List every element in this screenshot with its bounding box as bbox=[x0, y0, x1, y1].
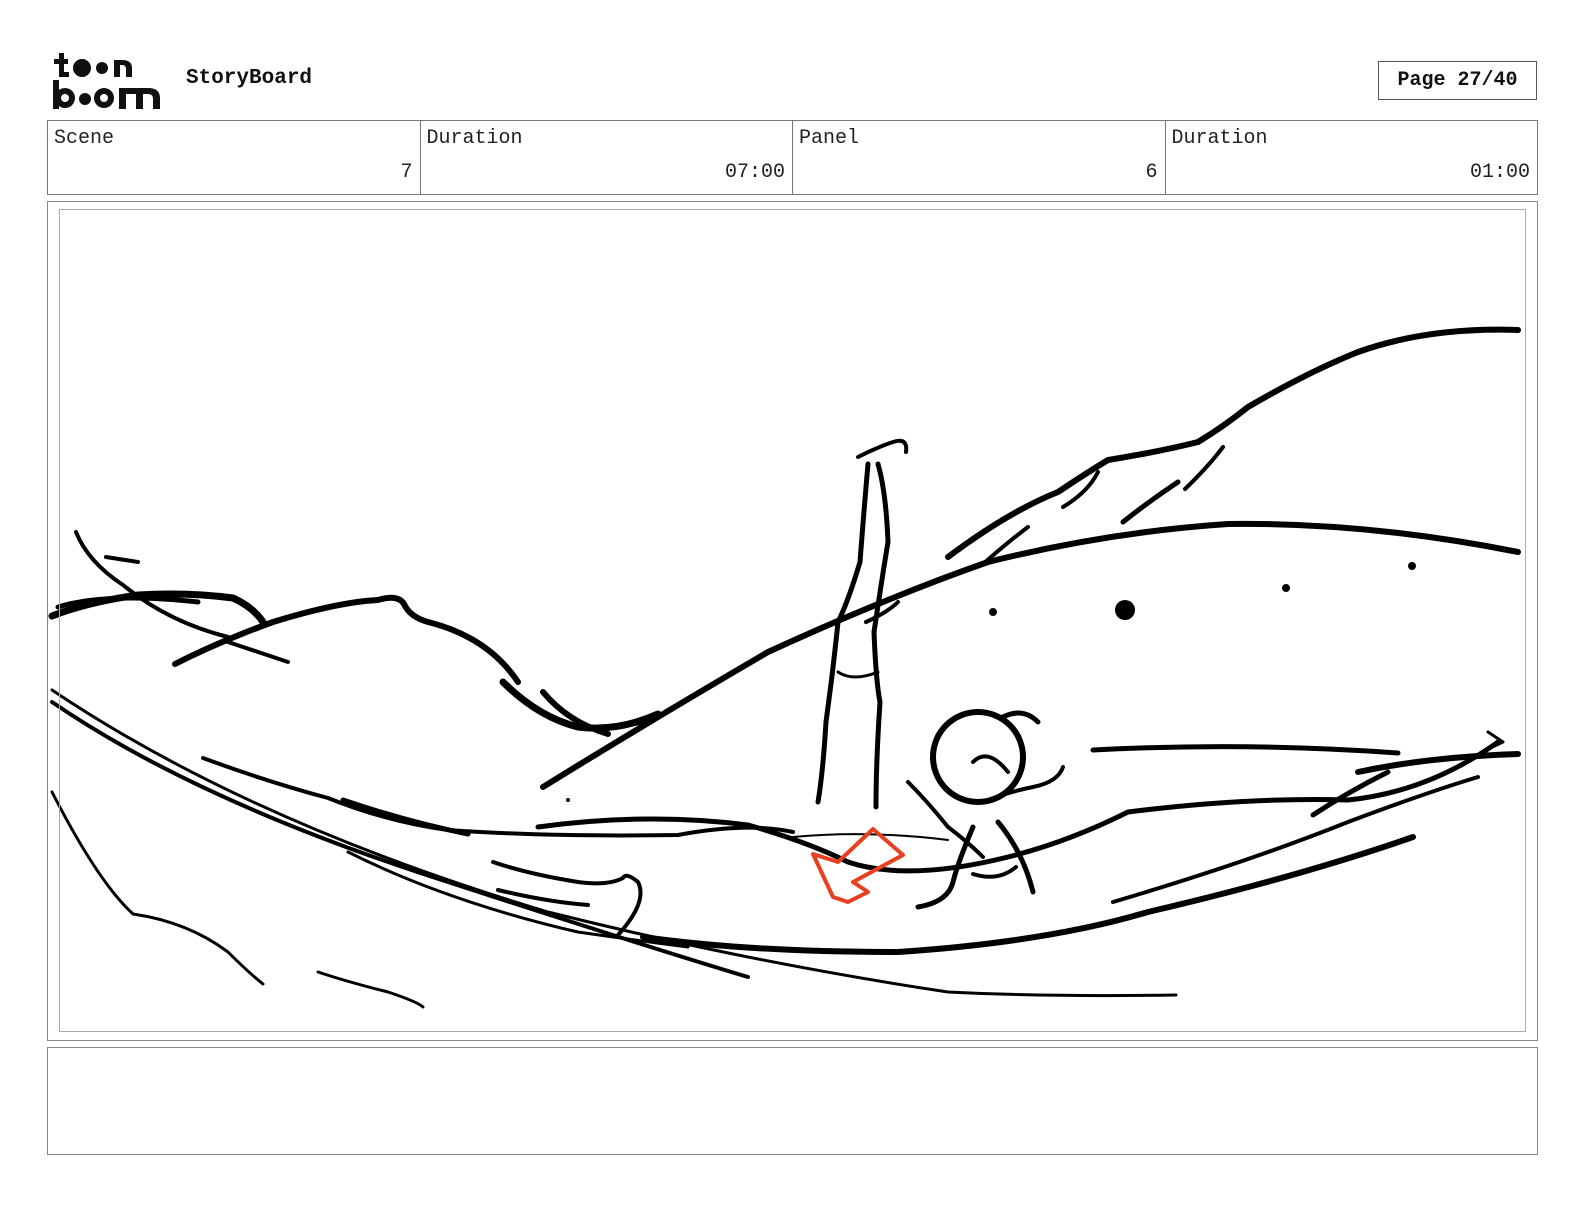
scene-value: 7 bbox=[400, 161, 413, 184]
scene-duration-value: 07:00 bbox=[724, 161, 785, 184]
panel-notes[interactable] bbox=[47, 1047, 1538, 1155]
panel-safe-area bbox=[59, 209, 1526, 1032]
panel-info-bar: Scene 7 Duration 07:00 Panel 6 Duration … bbox=[47, 120, 1538, 195]
panel-cell: Panel 6 bbox=[793, 121, 1166, 194]
panel-duration-label: Duration bbox=[1171, 127, 1268, 150]
panel-duration-cell: Duration 01:00 bbox=[1166, 121, 1538, 194]
panel-frame bbox=[47, 201, 1538, 1041]
scene-duration-cell: Duration 07:00 bbox=[421, 121, 793, 194]
page-indicator: Page 27/40 bbox=[1378, 61, 1537, 100]
panel-label: Panel bbox=[799, 127, 860, 150]
scene-duration-label: Duration bbox=[426, 127, 523, 150]
scene-label: Scene bbox=[54, 127, 115, 150]
app-title: StoryBoard bbox=[186, 67, 313, 90]
scene-cell: Scene 7 bbox=[48, 121, 421, 194]
panel-value: 6 bbox=[1145, 161, 1158, 184]
panel-duration-value: 01:00 bbox=[1469, 161, 1530, 184]
toon-boom-logo bbox=[50, 50, 165, 112]
